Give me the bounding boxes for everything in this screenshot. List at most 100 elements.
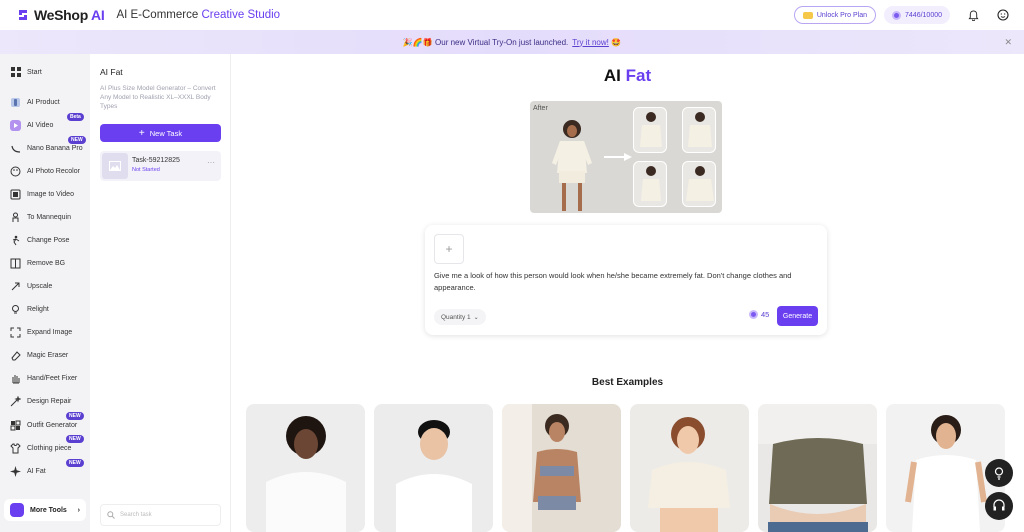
page-title: AI Fat (231, 66, 1024, 86)
expand-icon (10, 327, 21, 338)
sidebar-item-label: To Mannequin (27, 213, 71, 221)
sidebar-item-magic-eraser[interactable]: Magic Eraser (10, 347, 90, 363)
banner-emoji-end: 🤩 (611, 37, 622, 47)
model-figure (552, 120, 592, 211)
wand-icon (10, 395, 21, 407)
panel-title: AI Fat (100, 67, 123, 77)
quantity-label: Quantity 1 (441, 313, 471, 321)
quantity-select[interactable]: Quantity 1 ⌄ (434, 309, 486, 325)
search-task-input[interactable]: Search task (100, 504, 221, 526)
hero-label: After (533, 105, 548, 112)
bell-icon (968, 9, 978, 21)
sidebar-item-label: Image to Video (27, 190, 74, 198)
page-title-ai: AI (603, 66, 621, 85)
search-icon (107, 511, 115, 519)
coin-icon (892, 10, 902, 20)
outfit-icon (10, 420, 21, 431)
page-title-fat: Fat (625, 66, 652, 85)
notifications-button[interactable] (966, 8, 980, 22)
chevron-right-icon: › (77, 506, 80, 514)
banana-icon (10, 143, 21, 154)
grid-icon (10, 67, 21, 78)
panel-description: AI Plus Size Model Generator – Convert A… (100, 85, 216, 110)
support-button[interactable] (985, 492, 1013, 520)
bottle-icon (10, 97, 21, 108)
example-image[interactable] (246, 404, 365, 532)
sidebar-item-to-mannequin[interactable]: To Mannequin (10, 209, 90, 225)
sidebar-item-label: AI Product (27, 98, 60, 106)
sidebar-item-hand-feet-fixer[interactable]: Hand/Feet Fixer (10, 370, 90, 386)
result-thumbnail (633, 161, 667, 207)
upscale-icon (10, 281, 21, 292)
image-placeholder-icon (102, 153, 128, 179)
sidebar-item-ai-product[interactable]: AI Product (10, 94, 90, 110)
sidebar-item-label: Expand Image (27, 328, 73, 336)
logo[interactable]: WeShop AI (16, 7, 105, 23)
user-face-icon (997, 9, 1009, 21)
sidebar-item-label: Remove BG (27, 259, 66, 267)
example-image[interactable] (758, 404, 877, 532)
sidebar-item-label: Magic Eraser (27, 351, 69, 359)
new-badge: NEW (68, 136, 86, 144)
unlock-pro-label: Unlock Pro Plan (816, 11, 868, 19)
task-name: Task-59212825 (132, 157, 180, 164)
sidebar-item-label: AI Video (27, 121, 54, 129)
sidebar-item-label: Nano Banana Pro (27, 144, 83, 152)
sidebar-item-design-repair[interactable]: Design Repair (10, 393, 90, 409)
search-placeholder: Search task (120, 512, 152, 518)
result-thumbnail (682, 161, 716, 207)
credit-cost: 45 (749, 310, 769, 319)
credits-badge[interactable]: 7446/10000 (884, 6, 950, 24)
clothing-icon (10, 443, 21, 454)
coin-icon (749, 310, 758, 319)
studio-title-prefix: AI E-Commerce (116, 9, 199, 21)
palette-icon (10, 166, 21, 177)
hero-image: After (530, 101, 722, 213)
video-icon (10, 119, 21, 131)
example-image[interactable] (630, 404, 749, 532)
banner-text: Our new Virtual Try-On just launched. (435, 37, 569, 47)
hand-icon (10, 373, 21, 384)
examples-title: Best Examples (591, 377, 664, 388)
banner-link[interactable]: Try it now! (572, 38, 609, 47)
more-options-icon[interactable]: ··· (207, 158, 215, 167)
sidebar-item-remove-bg[interactable]: Remove BG (10, 255, 90, 271)
sidebar-item-ai-photo-recolor[interactable]: AI Photo Recolor (10, 163, 90, 179)
sidebar-item-start[interactable]: Start (10, 64, 90, 80)
sidebar-item-expand-image[interactable]: Expand Image (10, 324, 90, 340)
new-badge: NEW (66, 435, 84, 443)
banner-close-icon[interactable]: ✕ (1004, 37, 1012, 48)
chevron-down-icon: ⌄ (473, 314, 479, 321)
more-tools-label: More Tools (30, 506, 67, 514)
more-tools-button[interactable]: More Tools › (4, 499, 86, 521)
sidebar-item-upscale[interactable]: Upscale (10, 278, 90, 294)
plus-icon: + (445, 242, 453, 256)
sparkle-icon (10, 465, 21, 477)
sidebar-item-label: Outfit Generator (27, 421, 78, 429)
lightbulb-icon (994, 467, 1004, 480)
new-task-button[interactable]: + New Task (100, 124, 221, 142)
mannequin-icon (10, 212, 21, 223)
sidebar-item-label: Clothing piece (27, 444, 72, 452)
sidebar-item-label: Upscale (27, 282, 53, 290)
sidebar-item-label: Relight (27, 305, 49, 313)
sidebar-item-relight[interactable]: Relight (10, 301, 90, 317)
sidebar-item-change-pose[interactable]: Change Pose (10, 232, 90, 248)
unlock-pro-button[interactable]: Unlock Pro Plan (793, 6, 877, 24)
profile-button[interactable] (996, 8, 1010, 22)
new-badge: NEW (66, 459, 84, 467)
tips-button[interactable] (985, 459, 1013, 487)
add-image-button[interactable]: + (434, 234, 464, 264)
toolbox-icon (10, 503, 24, 517)
credits-value: 7446/10000 (905, 11, 942, 19)
example-image[interactable] (502, 404, 621, 532)
sidebar-item-image-to-video[interactable]: Image to Video (10, 186, 90, 202)
sidebar-item-label: Hand/Feet Fixer (27, 374, 78, 382)
task-card[interactable]: Task-59212825 Not Started ··· (100, 151, 221, 181)
main-content: AI Fat After + Give me a look of how thi… (231, 54, 1024, 532)
generate-button[interactable]: Generate (777, 306, 818, 326)
arrow-right-icon (604, 153, 632, 161)
prompt-input[interactable]: Give me a look of how this person would … (434, 270, 824, 294)
example-image[interactable] (374, 404, 493, 532)
plus-icon: + (138, 127, 145, 139)
